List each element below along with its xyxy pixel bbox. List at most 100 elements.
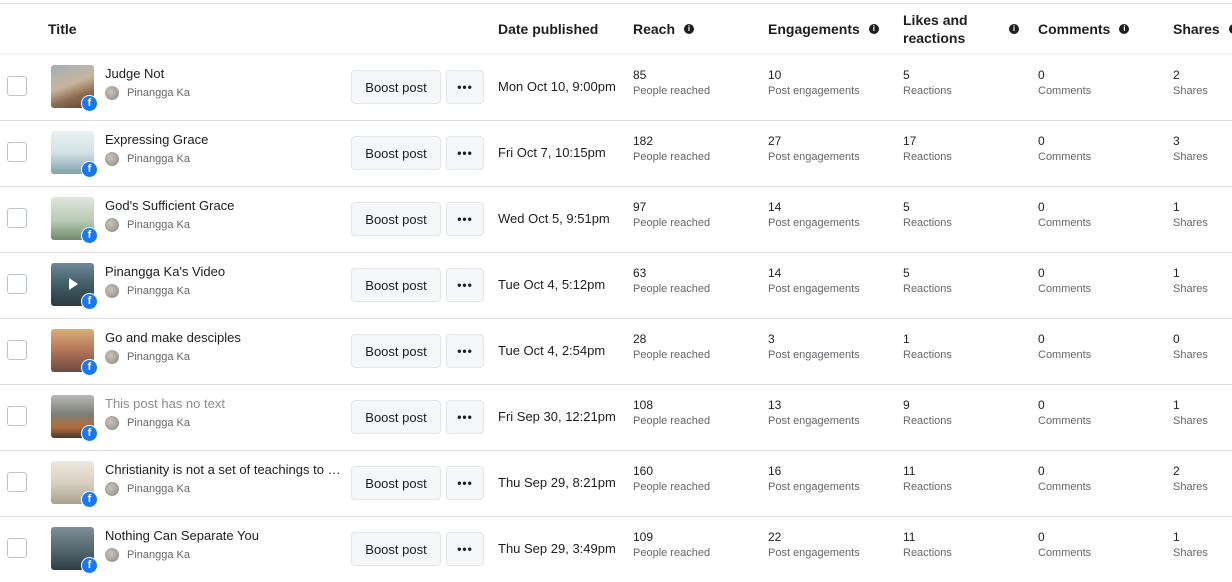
- boost-post-button[interactable]: Boost post: [351, 466, 441, 500]
- engagements-label: Post engagements: [768, 349, 860, 361]
- avatar: [105, 284, 119, 298]
- reach-label: People reached: [633, 349, 711, 361]
- engagements-cell: 10 Post engagements: [768, 66, 860, 98]
- column-header-likes-line2: reactions: [903, 29, 966, 46]
- comments-value: 0: [1038, 134, 1045, 148]
- shares-label: Shares: [1173, 349, 1208, 361]
- more-options-icon[interactable]: •••: [446, 532, 484, 566]
- comments-cell: 0 Comments: [1038, 66, 1091, 98]
- more-options-icon[interactable]: •••: [446, 400, 484, 434]
- reach-cell: 160 People reached: [633, 462, 710, 494]
- more-options-icon[interactable]: •••: [446, 466, 484, 500]
- info-icon[interactable]: i: [684, 23, 695, 34]
- row-checkbox[interactable]: [7, 472, 27, 492]
- post-title[interactable]: Nothing Can Separate You: [105, 528, 347, 543]
- engagements-cell: 16 Post engagements: [768, 462, 860, 494]
- column-header-title[interactable]: Title: [48, 4, 77, 53]
- post-title[interactable]: Go and make desciples: [105, 330, 347, 345]
- reach-cell: 63 People reached: [633, 264, 710, 296]
- reactions-label: Reactions: [903, 415, 952, 427]
- boost-post-button[interactable]: Boost post: [351, 268, 441, 302]
- post-title[interactable]: This post has no text: [105, 396, 347, 411]
- row-checkbox[interactable]: [7, 208, 27, 228]
- likes-info[interactable]: i: [1009, 4, 1019, 53]
- date-published: Thu Sep 29, 8:21pm: [498, 475, 616, 490]
- table-row: f Christianity is not a set of teachings…: [0, 450, 1232, 517]
- column-header-likes[interactable]: Likes and reactions: [903, 4, 968, 53]
- column-header-comments[interactable]: Comments i: [1038, 4, 1130, 53]
- boost-post-button[interactable]: Boost post: [351, 136, 441, 170]
- post-author: Pinangga Ka: [105, 482, 190, 496]
- column-header-comments-label: Comments: [1038, 20, 1111, 37]
- comments-label: Comments: [1038, 349, 1092, 361]
- reach-label: People reached: [633, 217, 711, 229]
- column-header-engagements[interactable]: Engagements i: [768, 4, 879, 53]
- reactions-value: 5: [903, 200, 910, 214]
- reach-cell: 28 People reached: [633, 330, 710, 362]
- comments-value: 0: [1038, 68, 1045, 82]
- info-icon[interactable]: i: [1009, 23, 1019, 34]
- row-checkbox[interactable]: [7, 76, 27, 96]
- boost-post-button[interactable]: Boost post: [351, 334, 441, 368]
- row-checkbox[interactable]: [7, 538, 27, 558]
- more-options-icon[interactable]: •••: [446, 268, 484, 302]
- more-options-icon[interactable]: •••: [446, 136, 484, 170]
- reactions-value: 1: [903, 332, 910, 346]
- column-header-date[interactable]: Date published: [498, 4, 598, 53]
- engagements-cell: 27 Post engagements: [768, 132, 860, 164]
- comments-label: Comments: [1038, 151, 1092, 163]
- more-options-icon[interactable]: •••: [446, 202, 484, 236]
- boost-post-button[interactable]: Boost post: [351, 202, 441, 236]
- boost-post-button[interactable]: Boost post: [351, 532, 441, 566]
- shares-value: 3: [1173, 134, 1180, 148]
- post-title[interactable]: God's Sufficient Grace: [105, 198, 347, 213]
- engagements-cell: 14 Post engagements: [768, 264, 860, 296]
- avatar: [105, 350, 119, 364]
- reach-label: People reached: [633, 283, 711, 295]
- row-checkbox[interactable]: [7, 274, 27, 294]
- more-options-icon[interactable]: •••: [446, 70, 484, 104]
- shares-label: Shares: [1173, 151, 1208, 163]
- comments-value: 0: [1038, 398, 1045, 412]
- row-checkbox[interactable]: [7, 406, 27, 426]
- post-title[interactable]: Expressing Grace: [105, 132, 347, 147]
- column-header-shares[interactable]: Sharesi: [1173, 4, 1232, 53]
- shares-value: 1: [1173, 200, 1180, 214]
- table-row: f This post has no text Pinangga Ka Boos…: [0, 384, 1232, 451]
- reactions-label: Reactions: [903, 217, 952, 229]
- row-checkbox[interactable]: [7, 340, 27, 360]
- comments-cell: 0 Comments: [1038, 264, 1091, 296]
- column-header-reach[interactable]: Reach i: [633, 4, 695, 53]
- engagements-cell: 13 Post engagements: [768, 396, 860, 428]
- author-name: Pinangga Ka: [127, 153, 190, 165]
- comments-label: Comments: [1038, 415, 1092, 427]
- boost-post-button[interactable]: Boost post: [351, 70, 441, 104]
- info-icon[interactable]: i: [1119, 23, 1130, 34]
- boost-post-button[interactable]: Boost post: [351, 400, 441, 434]
- reach-cell: 85 People reached: [633, 66, 710, 98]
- author-name: Pinangga Ka: [127, 87, 190, 99]
- shares-label: Shares: [1173, 217, 1208, 229]
- reach-cell: 108 People reached: [633, 396, 710, 428]
- row-checkbox[interactable]: [7, 142, 27, 162]
- reach-value: 182: [633, 134, 654, 148]
- column-header-likes-label: Likes and reactions: [903, 11, 968, 47]
- more-options-icon[interactable]: •••: [446, 334, 484, 368]
- reactions-value: 5: [903, 266, 910, 280]
- reach-value: 160: [633, 464, 654, 478]
- reactions-cell: 9 Reactions: [903, 396, 952, 428]
- avatar: [105, 548, 119, 562]
- info-icon[interactable]: i: [868, 23, 879, 34]
- comments-cell: 0 Comments: [1038, 330, 1091, 362]
- shares-value: 1: [1173, 266, 1180, 280]
- post-title[interactable]: Christianity is not a set of teachings t…: [105, 462, 347, 477]
- reactions-label: Reactions: [903, 481, 952, 493]
- avatar: [105, 482, 119, 496]
- shares-cell: 0 Shares: [1173, 330, 1208, 362]
- post-title[interactable]: Pinangga Ka's Video: [105, 264, 347, 279]
- comments-cell: 0 Comments: [1038, 528, 1091, 560]
- post-title[interactable]: Judge Not: [105, 66, 347, 81]
- comments-value: 0: [1038, 200, 1045, 214]
- reactions-value: 9: [903, 398, 910, 412]
- date-published: Mon Oct 10, 9:00pm: [498, 79, 616, 94]
